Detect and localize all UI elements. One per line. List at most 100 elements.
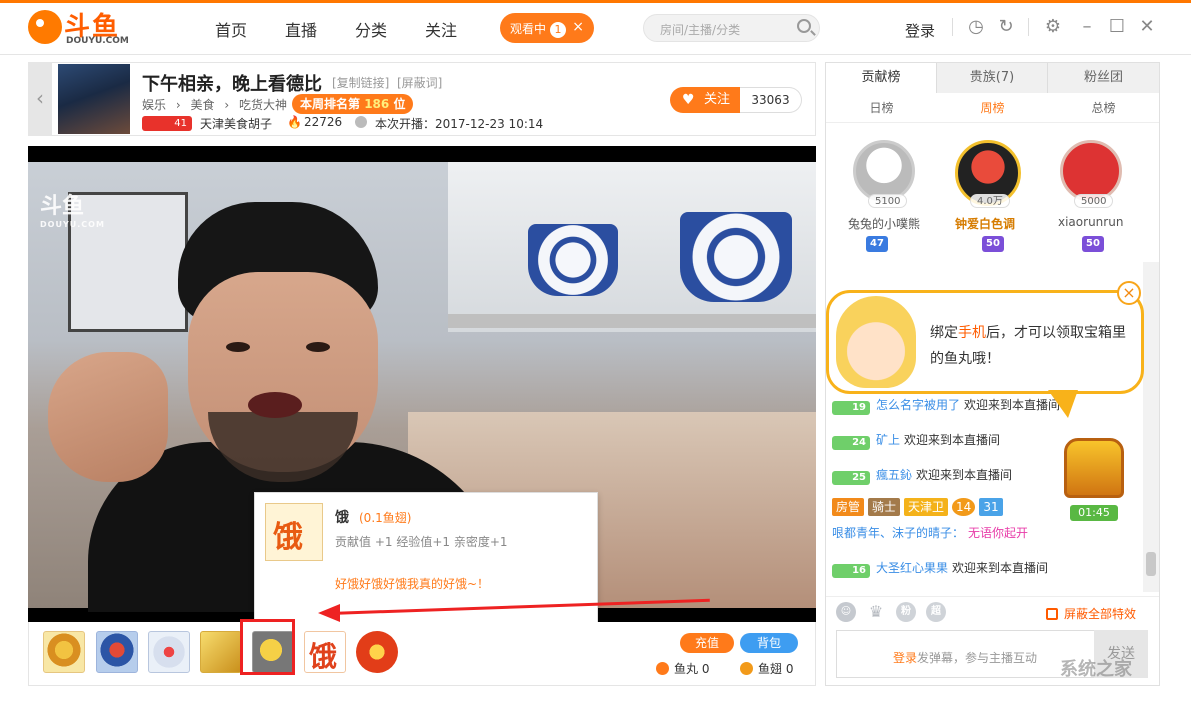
chat-text: 欢迎来到本直播间 <box>904 433 1001 447</box>
tab-fan-club[interactable]: 粉丝团 <box>1048 63 1159 93</box>
rank-period-tabs: 日榜 周榜 总榜 <box>826 93 1159 123</box>
hungry-gift-icon: 饿 <box>265 503 323 561</box>
gift-plane-icon[interactable] <box>148 631 190 673</box>
login-link[interactable]: 登录 <box>905 20 935 41</box>
nav-home[interactable]: 首页 <box>215 17 247 41</box>
heart-icon: ♥ <box>682 92 695 108</box>
scroll-thumb[interactable] <box>1146 552 1156 576</box>
rank-value: 186 <box>364 97 390 111</box>
gift-gold-bar-icon[interactable] <box>200 631 242 673</box>
follow-button[interactable]: ♥ 关注 <box>670 87 740 113</box>
chat-nick[interactable]: 大圣红心果果 <box>876 561 948 575</box>
gift-rocket-icon[interactable] <box>96 631 138 673</box>
hand <box>48 352 168 482</box>
gift-rocket-gold-icon[interactable] <box>43 631 85 673</box>
gift-stats: 贡献值 +1 经验值+1 亲密度+1 <box>335 535 508 549</box>
gift-hungry-icon[interactable]: 饿 <box>304 631 346 673</box>
tab-contribution[interactable]: 贡献榜 <box>826 63 937 93</box>
chat-nick[interactable]: 哏都青年、沫子的晴子： <box>832 526 964 540</box>
rank-2-name[interactable]: 兔兔的小噗熊 <box>848 215 920 232</box>
close-icon[interactable]: × <box>572 19 584 35</box>
divider <box>1028 18 1029 36</box>
emoji-icon[interactable]: ☺ <box>836 602 856 622</box>
fishfin-balance: 鱼翅 0 <box>740 660 793 677</box>
fishfin-label: 鱼翅 0 <box>758 662 794 676</box>
copy-link[interactable]: [复制链接] <box>332 74 389 91</box>
chat-scrollbar[interactable] <box>1143 262 1159 592</box>
mascot-girl-icon <box>836 296 916 388</box>
site-watermark: 系统之家 <box>1060 659 1132 680</box>
rank-1-badge: 50 <box>982 236 1004 252</box>
chest-timer: 01:45 <box>1070 505 1118 521</box>
watching-count: 1 <box>550 22 567 38</box>
recharge-button[interactable]: 充值 <box>680 633 734 653</box>
chat-nick[interactable]: 瘋五鈊 <box>876 468 912 482</box>
bubble-phone-link[interactable]: 手机 <box>958 325 986 341</box>
gift-name: 饿 <box>335 510 349 526</box>
input-placeholder: 登录发弹幕，参与主播互动 <box>893 649 1037 666</box>
window-close-icon[interactable]: ✕ <box>1137 17 1157 37</box>
gift-fishball-icon[interactable] <box>356 631 398 673</box>
chat-nick[interactable]: 矿上 <box>876 433 900 447</box>
breadcrumb: 娱乐 › 美食 › 吃货大神 <box>142 96 293 113</box>
tab-weekly[interactable]: 周榜 <box>937 93 1048 123</box>
douyu-logo[interactable]: 斗鱼 DOUYU.COM <box>28 6 138 50</box>
minimize-icon[interactable]: – <box>1077 17 1097 37</box>
fish-logo-icon <box>28 10 62 44</box>
rank-1-name[interactable]: 钟爱白色调 <box>955 215 1015 232</box>
bubble-pre: 绑定 <box>930 325 958 341</box>
tab-daily[interactable]: 日榜 <box>826 93 937 123</box>
rank-3-avatar[interactable] <box>1060 140 1122 202</box>
anchor-name[interactable]: 天津美食胡子 <box>200 115 272 132</box>
rank-2-avatar[interactable] <box>853 140 915 202</box>
treasure-chest-icon[interactable] <box>1064 438 1124 498</box>
checkbox-icon[interactable] <box>1046 608 1058 620</box>
refresh-icon[interactable]: ↻ <box>996 17 1016 37</box>
nav-live[interactable]: 直播 <box>285 17 317 41</box>
shield-fx-label: 屏蔽全部特效 <box>1064 607 1137 621</box>
chat-message: 24 矿上 欢迎来到本直播间 <box>832 431 1000 450</box>
crumb-sep: › <box>224 98 230 112</box>
backpack-button[interactable]: 背包 <box>740 633 798 653</box>
sidebar-tabs: 贡献榜 贵族(7) 粉丝团 <box>826 63 1159 93</box>
window-shelf <box>448 314 816 328</box>
rank-3-name[interactable]: xiaorunrun <box>1058 215 1123 229</box>
crumb-entertainment[interactable]: 娱乐 <box>142 98 166 112</box>
fishball-balance: 鱼丸 0 <box>656 660 709 677</box>
search-icon[interactable] <box>797 19 811 33</box>
input-placeholder-text: 发弹幕，参与主播互动 <box>917 651 1038 665</box>
watching-pill[interactable]: 观看中 1 × <box>500 13 594 43</box>
fans-icon[interactable]: 粉 <box>896 602 916 622</box>
settings-gear-icon[interactable]: ⚙ <box>1043 17 1063 37</box>
nav-follow[interactable]: 关注 <box>425 17 457 41</box>
start-time: 本次开播：2017-12-23 10:14 <box>375 117 544 131</box>
maximize-icon[interactable]: ☐ <box>1107 17 1127 37</box>
back-arrow-icon[interactable]: ‹ <box>28 62 52 136</box>
crumb-foodie[interactable]: 吃货大神 <box>239 98 287 112</box>
knight-tag: 骑士 <box>868 498 901 516</box>
weekly-rank-badge: 本周排名第 186 位 <box>292 94 414 114</box>
rank-1-points: 4.0万 <box>970 194 1010 208</box>
shield-words-link[interactable]: [屏蔽词] <box>397 74 442 91</box>
anchor-avatar[interactable] <box>58 64 130 134</box>
input-login-link[interactable]: 登录 <box>893 651 917 665</box>
crown-icon[interactable]: ♛ <box>866 602 886 622</box>
rank-2-points: 5100 <box>868 194 908 208</box>
chat-nick[interactable]: 怎么名字被用了 <box>876 398 960 412</box>
bubble-close-icon[interactable]: × <box>1117 281 1141 305</box>
gift-description: 好饿好饿好饿我真的好饿~！ <box>335 577 490 591</box>
search-input[interactable]: 房间/主播/分类 <box>643 14 820 42</box>
nav-category[interactable]: 分类 <box>355 17 387 41</box>
video-watermark-logo: 斗鱼 DOUYU.COM <box>40 188 105 229</box>
history-icon[interactable]: ◷ <box>966 17 986 37</box>
tab-total[interactable]: 总榜 <box>1048 93 1159 123</box>
tab-nobles[interactable]: 贵族(7) <box>937 63 1048 93</box>
highlight-box <box>240 619 295 675</box>
super-icon[interactable]: 超 <box>926 602 946 622</box>
chat-text: 无语你起开 <box>968 526 1029 540</box>
shield-effects-toggle[interactable]: 屏蔽全部特效 <box>1046 605 1136 622</box>
user-level-badge: 19 <box>832 401 870 415</box>
crumb-food[interactable]: 美食 <box>190 98 214 112</box>
chat-message: 19 怎么名字被用了 欢迎来到本直播间 <box>832 396 1060 415</box>
fishball-icon <box>656 662 669 675</box>
